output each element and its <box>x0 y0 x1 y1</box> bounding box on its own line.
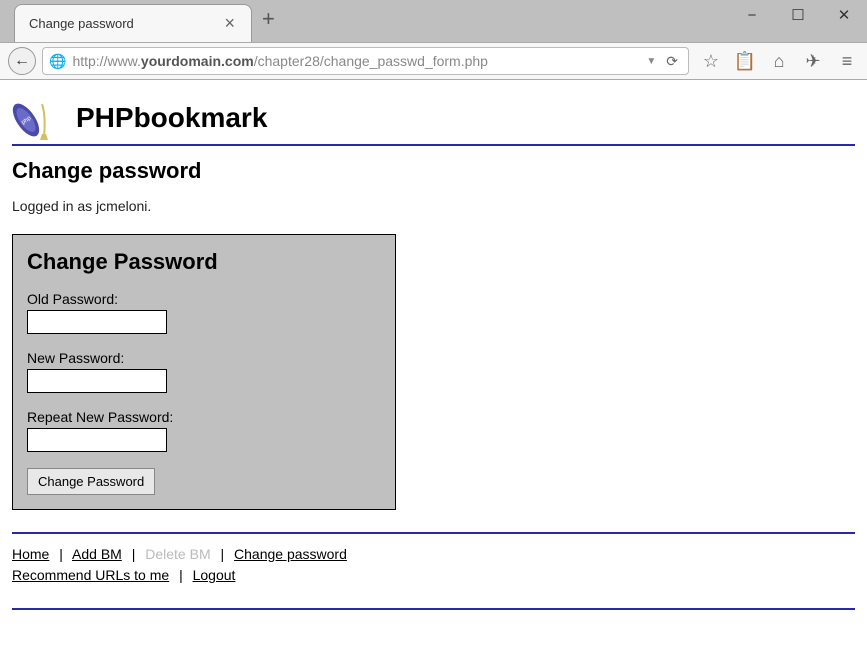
footer-recommend-link[interactable]: Recommend URLs to me <box>12 567 169 583</box>
form-title: Change Password <box>27 249 381 275</box>
tab-close-button[interactable]: × <box>220 13 239 34</box>
php-logo-icon: php <box>12 96 66 140</box>
menu-icon[interactable]: ≡ <box>835 51 859 72</box>
old-password-input[interactable] <box>27 310 167 334</box>
new-tab-button[interactable]: + <box>252 0 285 38</box>
footer-links: Home | Add BM | Delete BM | Change passw… <box>12 544 855 586</box>
page-content: php PHPbookmark Change password Logged i… <box>0 80 867 663</box>
footer-divider <box>12 532 855 534</box>
change-password-form: Change Password Old Password: New Passwo… <box>12 234 396 510</box>
footer-divider-bottom <box>12 608 855 610</box>
url-dropdown-icon[interactable]: ▼ <box>646 56 656 67</box>
url-box[interactable]: 🌐 http://www.yourdomain.com/chapter28/ch… <box>42 47 689 75</box>
title-bar: − ☐ ✕ Change password × + <box>0 0 867 42</box>
footer-sep: | <box>59 546 63 562</box>
brand-title: PHPbookmark <box>76 102 267 134</box>
address-bar: ← 🌐 http://www.yourdomain.com/chapter28/… <box>0 42 867 80</box>
minimize-button[interactable]: − <box>729 0 775 30</box>
footer-change-password-link[interactable]: Change password <box>234 546 347 562</box>
close-window-button[interactable]: ✕ <box>821 0 867 30</box>
url-domain: yourdomain.com <box>141 53 254 69</box>
new-password-label: New Password: <box>27 350 381 366</box>
browser-tab[interactable]: Change password × <box>14 4 252 42</box>
url-text: http://www.yourdomain.com/chapter28/chan… <box>72 53 640 69</box>
change-password-button[interactable]: Change Password <box>27 468 155 495</box>
repeat-password-row: Repeat New Password: <box>27 409 381 452</box>
bookmark-star-icon[interactable]: ☆ <box>699 51 723 72</box>
new-password-row: New Password: <box>27 350 381 393</box>
footer-home-link[interactable]: Home <box>12 546 49 562</box>
footer-delete-bm-disabled: Delete BM <box>145 546 210 562</box>
toolbar-icons: ☆ 📋 ⌂ ✈ ≡ <box>695 51 859 72</box>
clipboard-icon[interactable]: 📋 <box>733 51 757 72</box>
url-prefix: http://www. <box>72 53 140 69</box>
reload-button[interactable]: ⟳ <box>662 53 682 70</box>
footer-add-bm-link[interactable]: Add BM <box>72 546 122 562</box>
brand-divider <box>12 144 855 146</box>
old-password-label: Old Password: <box>27 291 381 307</box>
maximize-button[interactable]: ☐ <box>775 0 821 30</box>
footer-sep: | <box>132 546 136 562</box>
url-path: /chapter28/change_passwd_form.php <box>254 53 488 69</box>
tab-title: Change password <box>29 16 134 31</box>
old-password-row: Old Password: <box>27 291 381 334</box>
home-icon[interactable]: ⌂ <box>767 51 791 72</box>
footer-sep: | <box>221 546 225 562</box>
back-button[interactable]: ← <box>8 47 36 75</box>
new-password-input[interactable] <box>27 369 167 393</box>
footer-sep: | <box>179 567 183 583</box>
window-controls: − ☐ ✕ <box>729 0 867 30</box>
send-icon[interactable]: ✈ <box>801 51 825 72</box>
brand-header: php PHPbookmark <box>12 96 855 140</box>
logged-in-status: Logged in as jcmeloni. <box>12 198 855 214</box>
repeat-password-label: Repeat New Password: <box>27 409 381 425</box>
browser-window: − ☐ ✕ Change password × + ← 🌐 http://www… <box>0 0 867 663</box>
globe-icon: 🌐 <box>49 53 66 70</box>
footer-logout-link[interactable]: Logout <box>193 567 236 583</box>
repeat-password-input[interactable] <box>27 428 167 452</box>
page-title: Change password <box>12 158 855 184</box>
